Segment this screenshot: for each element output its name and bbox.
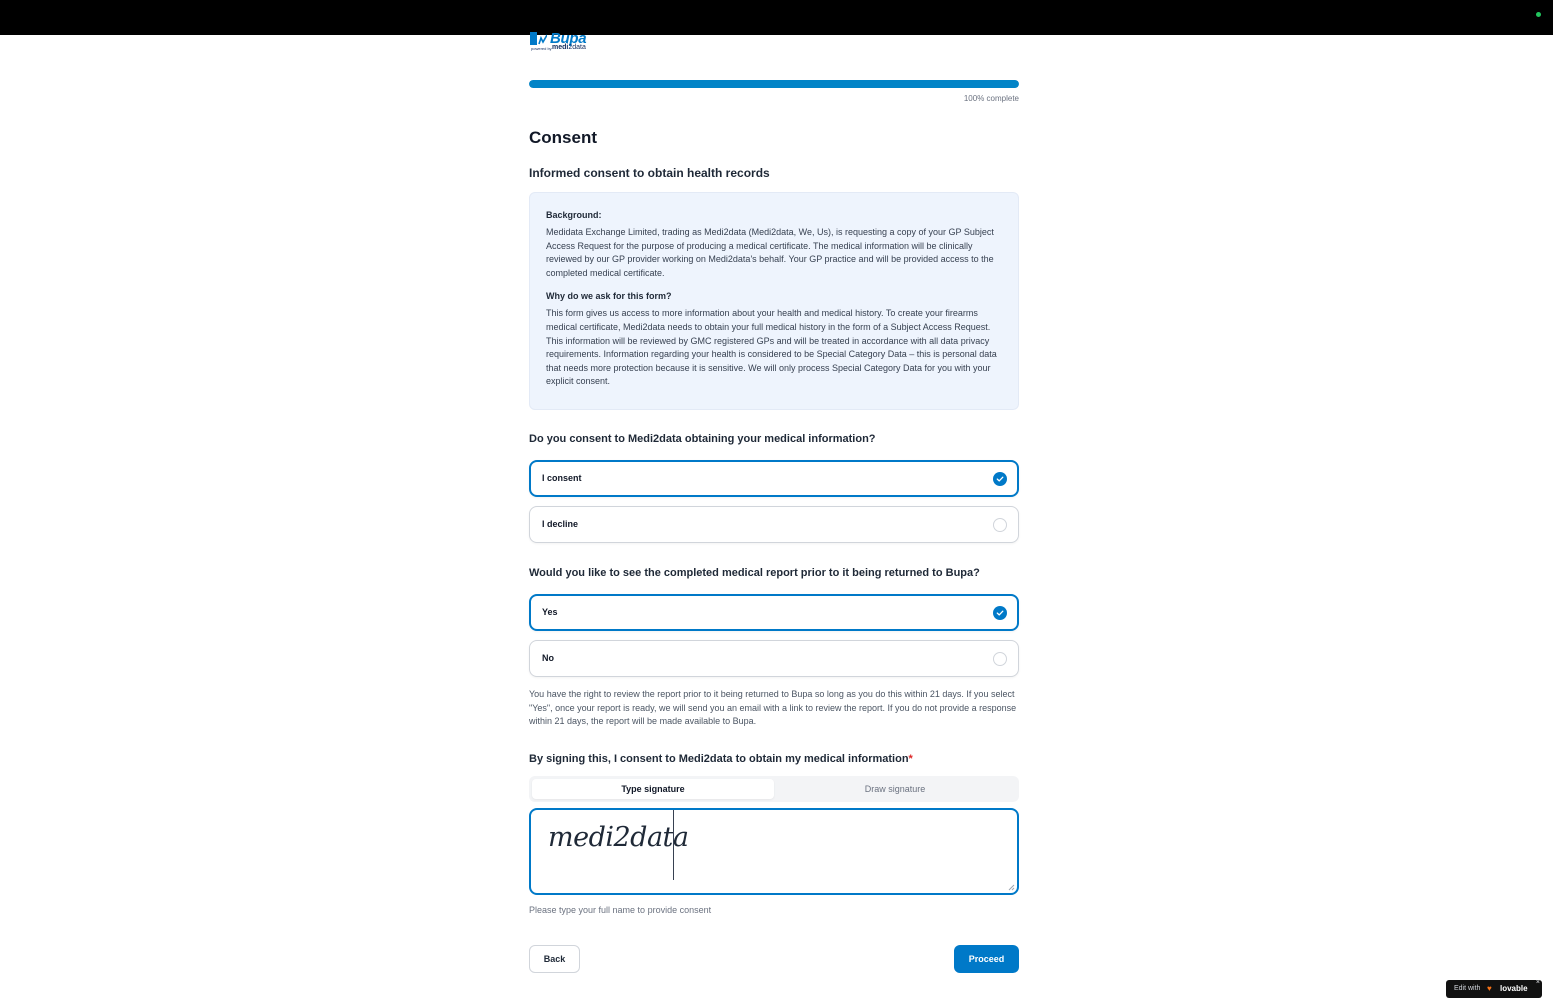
why-heading: Why do we ask for this form?	[546, 291, 672, 302]
review-option-yes[interactable]: Yes	[529, 594, 1019, 631]
powered-by-label: powered by	[531, 46, 552, 51]
heart-icon: ♥	[1487, 984, 1492, 993]
signature-input[interactable]: medi2data	[529, 808, 1019, 895]
background-heading: Background:	[546, 210, 602, 220]
required-marker: *	[908, 753, 913, 765]
info-box: Background: Medidata Exchange Limited, t…	[529, 192, 1019, 410]
resize-handle-icon[interactable]	[1007, 883, 1015, 891]
check-icon	[996, 476, 1004, 482]
review-note: You have the right to review the report …	[529, 689, 1017, 727]
signature-tabs: Type signature Draw signature	[529, 776, 1019, 802]
tab-draw-signature[interactable]: Draw signature	[774, 779, 1016, 799]
proceed-button[interactable]: Proceed	[954, 945, 1019, 973]
why-text: This form gives us access to more inform…	[546, 308, 997, 387]
consent-option-consent[interactable]: I consent	[529, 460, 1019, 497]
option-label: Yes	[542, 607, 558, 617]
close-icon[interactable]: ×	[1536, 979, 1540, 986]
progress-bar	[529, 80, 1019, 88]
consent-question: Do you consent to Medi2data obtaining yo…	[529, 433, 876, 445]
signature-text: medi2data	[548, 822, 689, 853]
check-icon	[996, 610, 1004, 616]
tab-type-signature[interactable]: Type signature	[532, 779, 774, 799]
status-dot-icon	[1536, 12, 1541, 17]
progress-fill	[529, 80, 1019, 88]
consent-option-decline[interactable]: I decline	[529, 506, 1019, 543]
progress-label: 100% complete	[963, 94, 1019, 103]
radio-unchecked[interactable]	[993, 518, 1007, 532]
text-caret	[673, 810, 674, 880]
edit-with-lovable-badge[interactable]: Edit with ♥ lovable ×	[1446, 979, 1542, 998]
review-option-no[interactable]: No	[529, 640, 1019, 677]
page-title: Consent	[529, 128, 597, 147]
radio-checked[interactable]	[993, 472, 1007, 486]
bupa-logo-icon	[530, 32, 547, 45]
review-question: Would you like to see the completed medi…	[529, 567, 980, 579]
option-label: I decline	[542, 519, 579, 529]
back-button[interactable]: Back	[529, 945, 580, 973]
signature-question: By signing this, I consent to Medi2data …	[529, 753, 913, 765]
radio-unchecked[interactable]	[993, 652, 1007, 666]
badge-prefix: Edit with	[1454, 985, 1481, 992]
background-text: Medidata Exchange Limited, trading as Me…	[546, 227, 994, 278]
browser-top-bar	[0, 0, 1553, 35]
partner-brand: medi2data	[552, 44, 586, 51]
signature-hint: Please type your full name to provide co…	[529, 905, 712, 915]
option-label: No	[542, 653, 554, 663]
option-label: I consent	[542, 473, 582, 483]
badge-brand: lovable	[1500, 984, 1528, 993]
radio-checked[interactable]	[993, 606, 1007, 620]
section-subtitle: Informed consent to obtain health record…	[529, 166, 770, 180]
